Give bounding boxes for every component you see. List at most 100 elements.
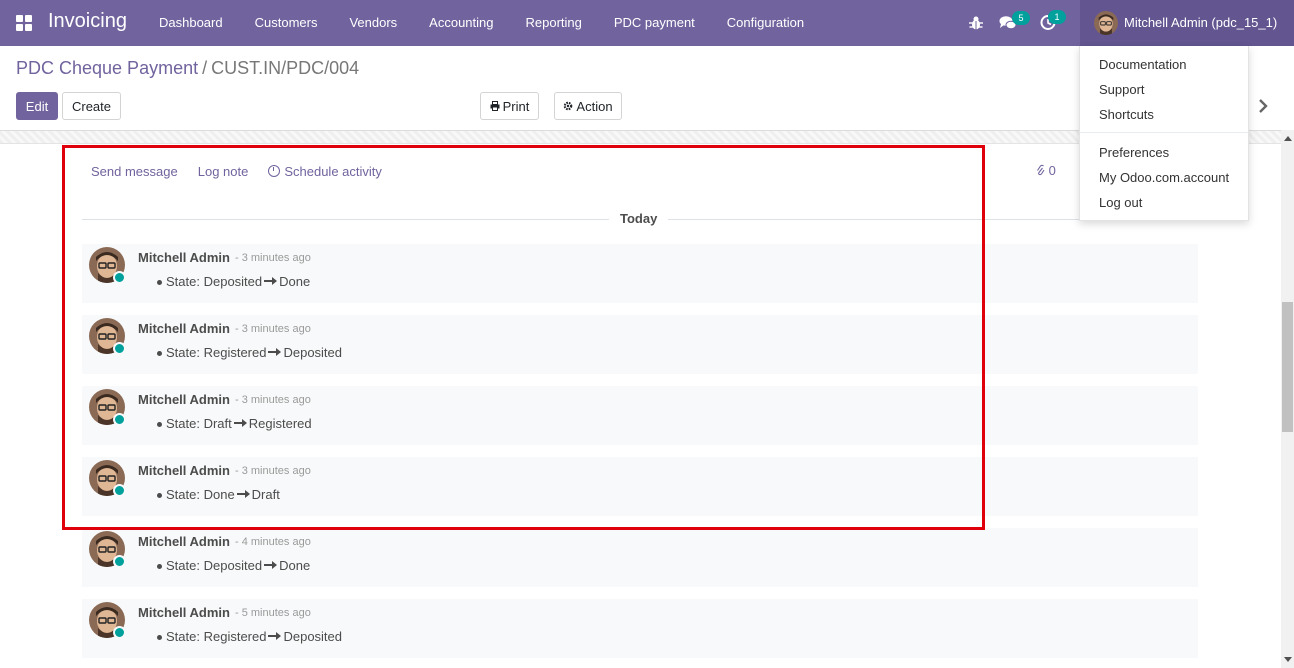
long-arrow-right-icon	[268, 348, 282, 356]
tracking-field: State:	[166, 416, 200, 431]
online-status-icon	[113, 342, 126, 355]
menu-vendors[interactable]: Vendors	[333, 0, 413, 46]
date-separator: Today	[82, 210, 1198, 228]
tracking-new-value: Draft	[251, 487, 280, 502]
tracking-old-value: Registered	[203, 629, 267, 644]
message-date: - 3 minutes ago	[235, 323, 311, 335]
message-tracking-value: State: Registered Deposited	[156, 345, 343, 360]
schedule-activity-label: Schedule activity	[284, 164, 382, 179]
chatter-message: Mitchell Admin - 3 minutes ago State: Do…	[82, 457, 1198, 516]
breadcrumb-separator: /	[202, 58, 208, 78]
top-navbar: Invoicing Dashboard Customers Vendors Ac…	[0, 0, 1294, 46]
edit-button[interactable]: Edit	[16, 92, 58, 120]
online-status-icon	[113, 271, 126, 284]
message-date: - 5 minutes ago	[235, 607, 311, 619]
tracking-field: State:	[166, 558, 200, 573]
dropdown-odoo-account[interactable]: My Odoo.com.account	[1099, 170, 1229, 185]
breadcrumb-parent[interactable]: PDC Cheque Payment	[16, 58, 198, 78]
tracking-field: State:	[166, 345, 200, 360]
tracking-old-value: Deposited	[203, 558, 263, 573]
chatter-message: Mitchell Admin - 4 minutes ago State: De…	[82, 528, 1198, 587]
app-name[interactable]: Invoicing	[48, 10, 127, 33]
message-author[interactable]: Mitchell Admin	[138, 321, 230, 336]
message-date: - 3 minutes ago	[235, 465, 311, 477]
tracking-new-value: Done	[279, 558, 311, 573]
online-status-icon	[113, 413, 126, 426]
dropdown-support[interactable]: Support	[1099, 82, 1145, 97]
message-date: - 3 minutes ago	[235, 252, 311, 264]
message-author[interactable]: Mitchell Admin	[138, 534, 230, 549]
message-date: - 3 minutes ago	[235, 394, 311, 406]
message-author[interactable]: Mitchell Admin	[138, 392, 230, 407]
dropdown-divider	[1080, 132, 1248, 133]
user-avatar	[1094, 11, 1118, 35]
create-button[interactable]: Create	[62, 92, 121, 120]
date-separator-label: Today	[609, 210, 669, 228]
breadcrumb-current: CUST.IN/PDC/004	[211, 58, 360, 78]
print-button[interactable]: Print	[480, 92, 539, 120]
schedule-activity-button[interactable]: Schedule activity	[268, 162, 382, 182]
tracking-old-value: Deposited	[203, 274, 263, 289]
tracking-field: State:	[166, 487, 200, 502]
menu-pdc-payment[interactable]: PDC payment	[598, 0, 711, 46]
message-tracking-value: State: Draft Registered	[157, 416, 312, 431]
dropdown-preferences[interactable]: Preferences	[1099, 145, 1169, 160]
message-tracking-value: State: Done Draft	[157, 487, 280, 502]
message-author[interactable]: Mitchell Admin	[138, 463, 230, 478]
send-message-button[interactable]: Send message	[91, 162, 178, 182]
message-author[interactable]: Mitchell Admin	[138, 605, 230, 620]
user-name: Mitchell Admin (pdc_15_1)	[1124, 15, 1278, 30]
scrollbar-thumb[interactable]	[1282, 302, 1293, 432]
breadcrumb: PDC Cheque Payment / CUST.IN/PDC/004	[16, 58, 359, 79]
menu-accounting[interactable]: Accounting	[413, 0, 509, 46]
scroll-up-arrow-icon[interactable]	[1284, 136, 1292, 141]
gear-icon	[563, 94, 573, 122]
attachments-button[interactable]: 0	[1036, 163, 1056, 178]
action-button[interactable]: Action	[554, 92, 622, 120]
long-arrow-right-icon	[264, 277, 278, 285]
tracking-new-value: Deposited	[283, 629, 343, 644]
action-label: Action	[576, 99, 613, 114]
pager-next-chevron-icon[interactable]	[1256, 97, 1270, 115]
user-menu-toggle[interactable]: Mitchell Admin (pdc_15_1)	[1080, 0, 1294, 46]
scroll-down-arrow-icon[interactable]	[1284, 657, 1292, 662]
dropdown-documentation[interactable]: Documentation	[1099, 57, 1186, 72]
menu-configuration[interactable]: Configuration	[711, 0, 820, 46]
print-label: Print	[502, 99, 530, 114]
tracking-new-value: Registered	[248, 416, 312, 431]
user-dropdown-menu: Documentation Support Shortcuts Preferen…	[1079, 46, 1249, 221]
tracking-old-value: Done	[203, 487, 235, 502]
apps-menu-icon[interactable]	[16, 15, 32, 31]
tracking-new-value: Done	[279, 274, 311, 289]
dropdown-logout[interactable]: Log out	[1099, 195, 1142, 210]
online-status-icon	[113, 484, 126, 497]
chatter-topbar: Send message Log note Schedule activity	[91, 162, 382, 182]
chatter-message: Mitchell Admin - 3 minutes ago State: Re…	[82, 315, 1198, 374]
log-note-button[interactable]: Log note	[198, 162, 249, 182]
tracking-field: State:	[166, 629, 200, 644]
attachments-count: 0	[1048, 163, 1056, 178]
online-status-icon	[113, 626, 126, 639]
long-arrow-right-icon	[264, 561, 278, 569]
menu-reporting[interactable]: Reporting	[510, 0, 598, 46]
message-author[interactable]: Mitchell Admin	[138, 250, 230, 265]
tracking-new-value: Deposited	[283, 345, 343, 360]
activity-count-badge: 1	[1048, 10, 1066, 24]
long-arrow-right-icon	[268, 632, 282, 640]
chat-count-badge: 5	[1012, 11, 1030, 25]
menu-customers[interactable]: Customers	[239, 0, 334, 46]
debug-bug-icon[interactable]	[968, 15, 984, 31]
tracking-old-value: Registered	[203, 345, 267, 360]
paperclip-icon	[1037, 164, 1045, 176]
clock-icon	[268, 165, 281, 177]
dropdown-shortcuts[interactable]: Shortcuts	[1099, 107, 1154, 122]
long-arrow-right-icon	[236, 490, 250, 498]
tracking-field: State:	[166, 274, 200, 289]
menu-dashboard[interactable]: Dashboard	[143, 0, 239, 46]
chatter-message: Mitchell Admin - 5 minutes ago State: Re…	[82, 599, 1198, 658]
message-tracking-value: State: Deposited Done	[156, 558, 311, 573]
vertical-scrollbar[interactable]	[1281, 130, 1294, 668]
message-tracking-value: State: Registered Deposited	[156, 629, 343, 644]
message-date: - 4 minutes ago	[235, 536, 311, 548]
printer-icon	[490, 94, 500, 122]
